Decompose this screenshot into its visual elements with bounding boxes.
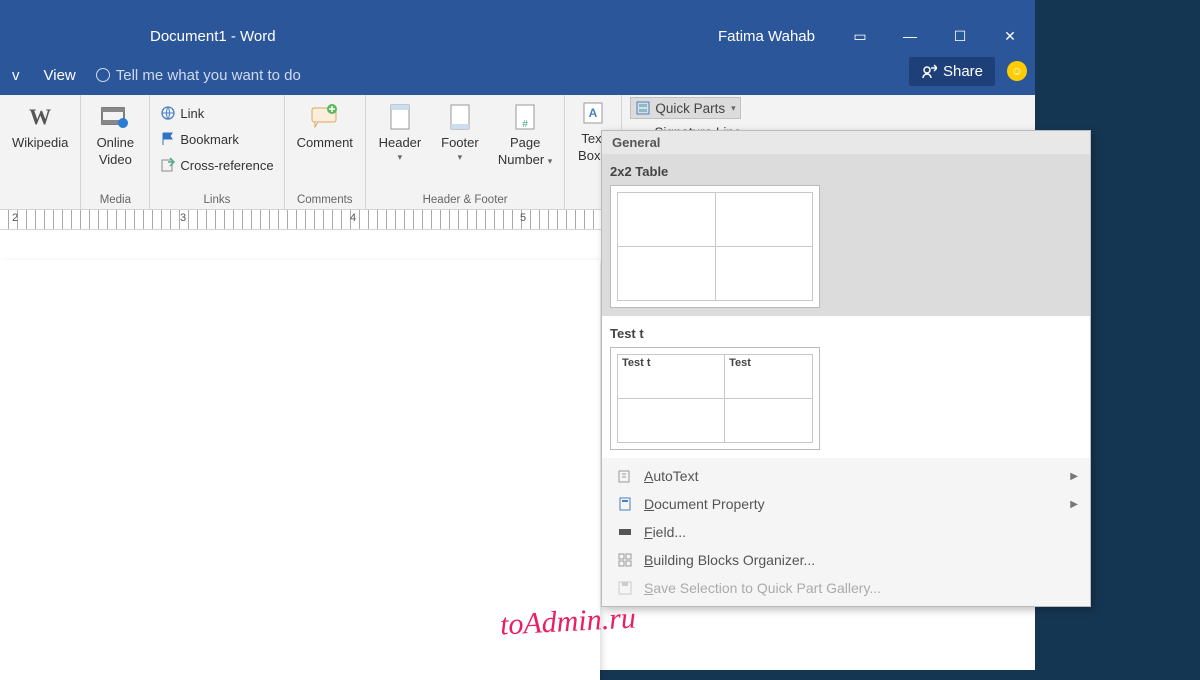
group-label-comments: Comments: [285, 193, 365, 209]
wikipedia-label: Wikipedia: [12, 135, 68, 150]
close-button[interactable]: ✕: [985, 18, 1035, 54]
quickparts-icon: [635, 100, 651, 116]
group-label-blank: [0, 193, 80, 209]
menu-document-property[interactable]: Document Property ▶: [602, 490, 1090, 518]
submenu-arrow-icon: ▶: [1070, 499, 1078, 510]
menu-bborg-label: Building Blocks Organizer...: [644, 552, 815, 568]
menu-autotext[interactable]: AutoText ▶: [602, 462, 1090, 490]
share-button[interactable]: Share: [909, 57, 995, 86]
group-label-links: Links: [150, 193, 283, 209]
building-blocks-icon: [616, 551, 634, 569]
gallery-item-2x2-table[interactable]: [610, 185, 820, 308]
preview-table-2x2: [617, 192, 813, 301]
header-icon: [384, 101, 416, 133]
page-number-icon: #: [509, 101, 541, 133]
bookmark-button[interactable]: Bookmark: [156, 129, 277, 149]
share-icon: [921, 64, 937, 80]
window-title: Document1 - Word: [150, 28, 276, 45]
header-button[interactable]: Header ▾: [372, 99, 428, 165]
group-label-hf: Header & Footer: [366, 193, 564, 209]
submenu-arrow-icon: ▶: [1070, 471, 1078, 482]
minimize-button[interactable]: —: [885, 18, 935, 54]
svg-text:A: A: [589, 106, 598, 120]
menu-field[interactable]: Field...: [602, 518, 1090, 546]
watermark-text: toAdmin.ru: [499, 601, 636, 642]
bookmark-flag-icon: [160, 131, 176, 147]
autotext-icon: [616, 467, 634, 485]
maximize-button[interactable]: ☐: [935, 18, 985, 54]
tell-me-placeholder: Tell me what you want to do: [116, 67, 301, 84]
field-icon: [616, 523, 634, 541]
group-label-media: Media: [81, 193, 149, 209]
save-gallery-icon: [616, 579, 634, 597]
gallery-section-2x2: 2x2 Table: [602, 154, 1090, 316]
titlebar: Document1 - Word Fatima Wahab ▭ — ☐ ✕: [0, 0, 1035, 55]
menu-building-blocks[interactable]: Building Blocks Organizer...: [602, 546, 1090, 574]
gallery-item-testt[interactable]: Test tTest: [610, 347, 820, 450]
footer-button[interactable]: Footer ▾: [432, 99, 488, 165]
comment-button[interactable]: Comment: [291, 99, 359, 152]
lightbulb-icon: [96, 68, 110, 82]
share-label: Share: [943, 63, 983, 80]
quick-parts-dropdown: General 2x2 Table Test t Test tTest Auto…: [601, 130, 1091, 607]
group-links: Link Bookmark Cross-reference Links: [150, 95, 284, 209]
dropdown-section-general: General: [602, 131, 1090, 154]
tab-partial[interactable]: v: [0, 55, 32, 95]
textbox-icon: A: [577, 97, 609, 129]
group-wikipedia-partial: W Wikipedia: [0, 95, 81, 209]
cross-reference-button[interactable]: Cross-reference: [156, 155, 277, 175]
preview-table-testt: Test tTest: [617, 354, 813, 443]
window-controls: ▭ — ☐ ✕: [835, 18, 1035, 54]
gallery-title-testt: Test t: [610, 324, 1082, 347]
online-video-button[interactable]: Online Video: [87, 99, 143, 169]
wikipedia-button[interactable]: W Wikipedia: [6, 99, 74, 152]
gallery-title-2x2: 2x2 Table: [610, 162, 1082, 185]
docprop-icon: [616, 495, 634, 513]
user-name: Fatima Wahab: [718, 28, 815, 45]
comment-icon: [309, 101, 341, 133]
tab-view[interactable]: View: [32, 55, 88, 95]
group-header-footer: Header ▾ Footer ▾ # Page Number ▾ Header…: [366, 95, 565, 209]
feedback-smiley-icon[interactable]: ☺: [1007, 61, 1027, 81]
link-button[interactable]: Link: [156, 103, 277, 123]
page-number-button[interactable]: # Page Number ▾: [492, 99, 558, 169]
video-icon: [99, 101, 131, 133]
ribbon-tabs: v View Tell me what you want to do Share…: [0, 55, 1035, 95]
menu-docprop-label: Document Property: [644, 496, 765, 512]
group-media: Online Video Media: [81, 95, 150, 209]
gallery-section-testt: Test t Test tTest: [602, 316, 1090, 458]
footer-icon: [444, 101, 476, 133]
ribbon-display-icon[interactable]: ▭: [835, 18, 885, 54]
svg-text:#: #: [522, 119, 528, 130]
menu-save-selection: Save Selection to Quick Part Gallery...: [602, 574, 1090, 602]
menu-autotext-label: AutoText: [644, 468, 698, 484]
crossref-icon: [160, 157, 176, 173]
dropdown-menu: AutoText ▶ Document Property ▶ Field... …: [602, 458, 1090, 606]
menu-savesel-label: Save Selection to Quick Part Gallery...: [644, 580, 881, 596]
link-icon: [160, 105, 176, 121]
menu-field-label: Field...: [644, 524, 686, 540]
wikipedia-icon: W: [24, 101, 56, 133]
tell-me-search[interactable]: Tell me what you want to do: [96, 67, 301, 84]
quick-parts-button[interactable]: Quick Parts▾: [630, 97, 740, 119]
group-comments: Comment Comments: [285, 95, 366, 209]
